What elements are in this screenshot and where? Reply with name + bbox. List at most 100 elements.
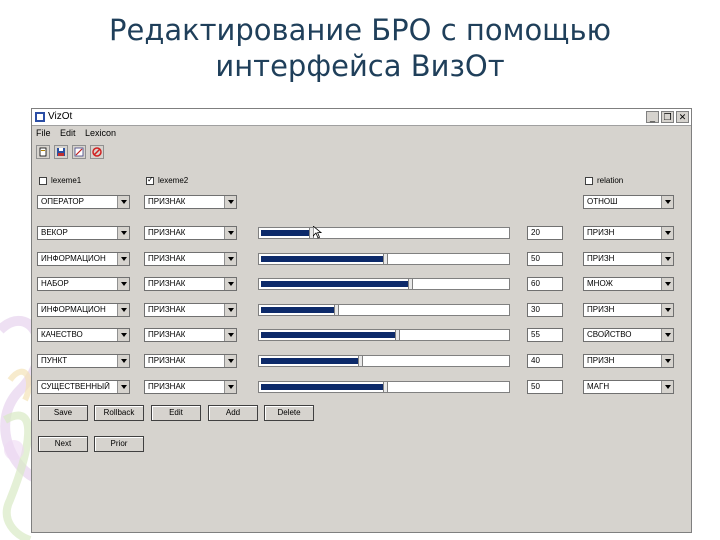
add-button[interactable]: Add <box>208 405 258 421</box>
close-button[interactable]: ✕ <box>676 111 689 123</box>
row-lexeme1-combo[interactable]: КАЧЕСТВО <box>37 328 130 342</box>
row-relation-combo[interactable]: МНОЖ <box>583 277 674 291</box>
combo-value: КАЧЕСТВО <box>41 330 83 339</box>
save-icon <box>57 148 65 156</box>
weight-value: 30 <box>531 305 540 314</box>
row-relation-combo[interactable]: ПРИЗН <box>583 354 674 368</box>
row-lexeme2-combo[interactable]: ПРИЗНАК <box>144 277 237 291</box>
chevron-down-icon[interactable] <box>661 196 673 208</box>
chevron-down-icon[interactable] <box>117 278 129 290</box>
menu-edit[interactable]: Edit <box>60 128 76 138</box>
lexeme2-filter-combo[interactable]: ПРИЗНАК <box>144 195 237 209</box>
slide-title: Редактирование БРО с помощью интерфейса … <box>0 12 720 84</box>
menu-file[interactable]: File <box>36 128 51 138</box>
restore-button[interactable]: ❐ <box>661 111 674 123</box>
row-relation-combo[interactable]: ПРИЗН <box>583 252 674 266</box>
relation-checkbox[interactable] <box>585 177 593 185</box>
combo-value: ПРИЗНАК <box>148 356 186 365</box>
chevron-down-icon[interactable] <box>224 278 236 290</box>
slider-thumb[interactable] <box>395 329 400 341</box>
chevron-down-icon[interactable] <box>117 196 129 208</box>
chevron-down-icon[interactable] <box>117 381 129 393</box>
weight-slider[interactable] <box>258 227 510 239</box>
chevron-down-icon[interactable] <box>117 304 129 316</box>
chevron-down-icon[interactable] <box>661 381 673 393</box>
row-relation-combo[interactable]: МАГН <box>583 380 674 394</box>
menu-lexicon[interactable]: Lexicon <box>85 128 116 138</box>
row-lexeme1-combo[interactable]: НАБОР <box>37 277 130 291</box>
row-relation-combo[interactable]: ПРИЗН <box>583 226 674 240</box>
slider-thumb[interactable] <box>408 278 413 290</box>
row-relation-combo[interactable]: СВОЙСТВО <box>583 328 674 342</box>
row-lexeme2-combo[interactable]: ПРИЗНАК <box>144 380 237 394</box>
lexeme2-checkbox[interactable] <box>146 175 154 185</box>
weight-slider[interactable] <box>258 355 510 367</box>
combo-value: ВЕКОР <box>41 228 68 237</box>
edit-button-toolbar[interactable] <box>72 145 86 159</box>
window-titlebar: VizOt _ ❐ ✕ <box>32 109 691 126</box>
row-lexeme2-combo[interactable]: ПРИЗНАК <box>144 252 237 266</box>
stop-button-toolbar[interactable] <box>90 145 104 159</box>
weight-slider[interactable] <box>258 253 510 265</box>
slider-thumb[interactable] <box>383 253 388 265</box>
chevron-down-icon[interactable] <box>224 196 236 208</box>
slider-thumb[interactable] <box>358 355 363 367</box>
chevron-down-icon[interactable] <box>224 329 236 341</box>
chevron-down-icon[interactable] <box>117 355 129 367</box>
chevron-down-icon[interactable] <box>661 355 673 367</box>
save-button[interactable]: Save <box>38 405 88 421</box>
row-lexeme2-combo[interactable]: ПРИЗНАК <box>144 328 237 342</box>
relation-filter-combo[interactable]: ОТНОШ <box>583 195 674 209</box>
slider-thumb[interactable] <box>334 304 339 316</box>
weight-slider[interactable] <box>258 381 510 393</box>
row-relation-combo[interactable]: ПРИЗН <box>583 303 674 317</box>
weight-value-field[interactable]: 50 <box>527 380 563 394</box>
row-lexeme1-combo[interactable]: СУЩЕСТВЕННЫЙ <box>37 380 130 394</box>
chevron-down-icon[interactable] <box>224 227 236 239</box>
row-lexeme1-combo[interactable]: ИНФОРМАЦИОН <box>37 252 130 266</box>
weight-value-field[interactable]: 30 <box>527 303 563 317</box>
minimize-button[interactable]: _ <box>646 111 659 123</box>
chevron-down-icon[interactable] <box>117 329 129 341</box>
chevron-down-icon[interactable] <box>661 304 673 316</box>
chevron-down-icon[interactable] <box>661 329 673 341</box>
row-lexeme2-combo[interactable]: ПРИЗНАК <box>144 226 237 240</box>
weight-slider[interactable] <box>258 304 510 316</box>
slider-thumb[interactable] <box>383 381 388 393</box>
edit-button[interactable]: Edit <box>151 405 201 421</box>
prior-button[interactable]: Prior <box>94 436 144 452</box>
weight-slider[interactable] <box>258 278 510 290</box>
row-lexeme1-combo[interactable]: ПУНКТ <box>37 354 130 368</box>
weight-value: 50 <box>531 254 540 263</box>
mouse-cursor-icon <box>313 226 322 239</box>
weight-slider[interactable] <box>258 329 510 341</box>
weight-value-field[interactable]: 55 <box>527 328 563 342</box>
weight-value-field[interactable]: 20 <box>527 226 563 240</box>
row-lexeme2-combo[interactable]: ПРИЗНАК <box>144 354 237 368</box>
chevron-down-icon[interactable] <box>224 381 236 393</box>
chevron-down-icon[interactable] <box>117 253 129 265</box>
chevron-down-icon[interactable] <box>117 227 129 239</box>
row-lexeme1-combo[interactable]: ИНФОРМАЦИОН <box>37 303 130 317</box>
save-button-toolbar[interactable] <box>54 145 68 159</box>
chevron-down-icon[interactable] <box>224 355 236 367</box>
weight-value-field[interactable]: 60 <box>527 277 563 291</box>
lexeme1-checkbox[interactable] <box>39 177 47 185</box>
new-file-button[interactable] <box>36 145 50 159</box>
row-lexeme2-combo[interactable]: ПРИЗНАК <box>144 303 237 317</box>
slide-title-line1: Редактирование БРО с помощью <box>108 13 612 47</box>
rollback-button[interactable]: Rollback <box>94 405 144 421</box>
lexeme1-label: lexeme1 <box>51 176 82 185</box>
chevron-down-icon[interactable] <box>661 227 673 239</box>
next-button[interactable]: Next <box>38 436 88 452</box>
chevron-down-icon[interactable] <box>224 253 236 265</box>
weight-value-field[interactable]: 40 <box>527 354 563 368</box>
weight-value-field[interactable]: 50 <box>527 252 563 266</box>
lexeme1-filter-combo[interactable]: ОПЕРАТОР <box>37 195 130 209</box>
stop-icon <box>92 147 102 157</box>
chevron-down-icon[interactable] <box>661 278 673 290</box>
chevron-down-icon[interactable] <box>661 253 673 265</box>
row-lexeme1-combo[interactable]: ВЕКОР <box>37 226 130 240</box>
chevron-down-icon[interactable] <box>224 304 236 316</box>
delete-button[interactable]: Delete <box>264 405 314 421</box>
